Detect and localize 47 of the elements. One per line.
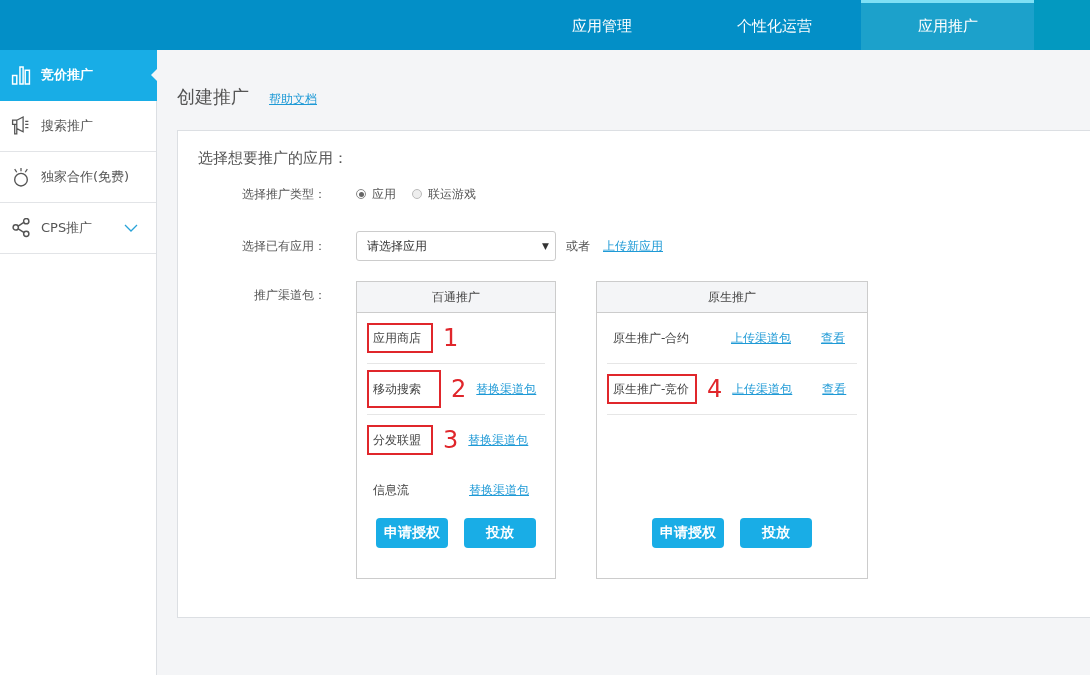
action-button[interactable]: 投放 [740,518,812,548]
ring-icon [11,167,31,187]
sidebar-item[interactable]: 独家合作(免费) [0,152,156,203]
sidebar-item[interactable]: 竞价推广 [0,50,157,101]
field-label: 推广渠道包： [253,287,327,304]
annotation-number: 3 [443,428,459,452]
channel-link[interactable]: 替换渠道包 [469,481,529,499]
channel-link[interactable]: 查看 [821,329,845,347]
annotation-number: 4 [707,377,723,401]
nav-tab[interactable]: 应用推广 [861,0,1034,50]
panel-header: 百通推广 [357,282,555,313]
app-select[interactable]: 请选择应用 ▼ [356,231,556,261]
bar-chart-icon [11,65,31,85]
action-button[interactable]: 申请授权 [652,518,724,548]
upload-link[interactable]: 上传新应用 [603,237,663,255]
channel-link[interactable]: 上传渠道包 [732,380,793,398]
channel-label: 信息流 [372,481,410,499]
channel-link[interactable]: 替换渠道包 [468,431,529,449]
annotated-label: 移动搜索 [367,370,441,408]
channel-label: 原生推广-合约 [612,329,691,347]
radio-option[interactable]: 联运游戏 [412,185,476,203]
panel-header: 原生推广 [597,282,867,313]
channel-link[interactable]: 替换渠道包 [476,380,537,398]
annotated-label: 分发联盟 [367,425,433,455]
section-heading: 选择想要推广的应用： [198,149,349,168]
annotation-number: 2 [451,377,467,401]
action-button[interactable]: 申请授权 [376,518,448,548]
nav-tab[interactable]: 个性化运营 [688,0,861,50]
channel-link[interactable]: 上传渠道包 [731,329,791,347]
sidebar-item[interactable]: 搜索推广 [0,101,156,152]
field-label: 选择推广类型： [241,185,327,203]
caret-icon: ▼ [542,241,549,251]
nav-tab-partial[interactable] [1034,0,1090,50]
help-link[interactable]: 帮助文档 [269,91,317,108]
field-label: 选择已有应用： [241,237,327,255]
share-icon [11,218,31,238]
nav-tab[interactable]: 应用管理 [515,0,688,50]
page-title: 创建推广 [177,85,249,109]
annotated-label: 原生推广-竞价 [607,374,697,404]
channel-link[interactable]: 查看 [822,380,847,398]
annotated-label: 应用商店 [367,323,433,353]
sidebar-item[interactable]: CPS推广 [0,203,156,254]
megaphone-icon [11,116,31,136]
action-button[interactable]: 投放 [464,518,536,548]
radio-option[interactable]: 应用 [356,185,396,203]
annotation-number: 1 [443,326,459,350]
or-text: 或者 [566,237,590,255]
